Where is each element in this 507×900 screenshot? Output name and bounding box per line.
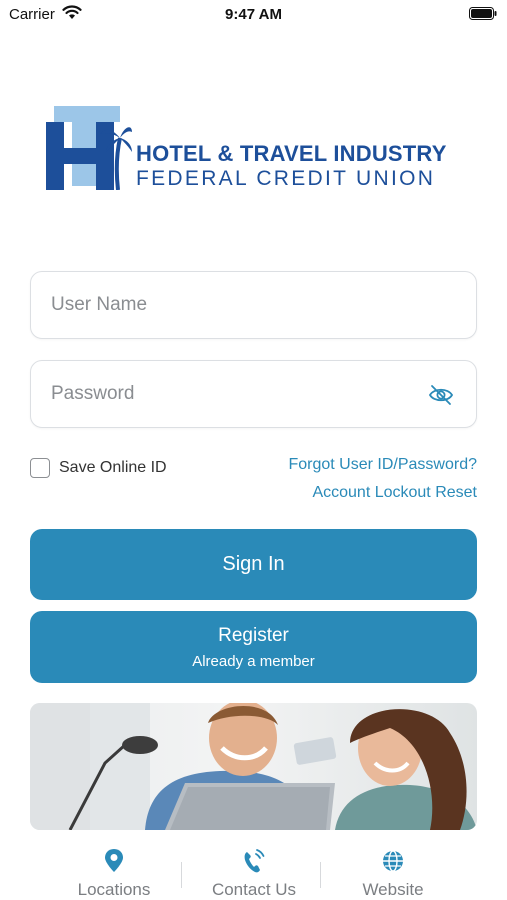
password-field-container <box>30 360 477 428</box>
tab-contact-us[interactable]: Contact Us <box>179 840 329 900</box>
eye-slash-icon[interactable] <box>428 383 454 407</box>
password-input[interactable] <box>51 361 431 427</box>
save-id-label: Save Online ID <box>59 459 167 476</box>
tab-website-label: Website <box>362 880 424 899</box>
brand-logo: HOTEL & TRAVEL INDUSTRY FEDERAL CREDIT U… <box>46 106 466 192</box>
forgot-credentials-link[interactable]: Forgot User ID/Password? <box>288 456 477 474</box>
sign-in-button[interactable]: Sign In <box>30 529 477 600</box>
save-id-checkbox[interactable] <box>30 458 50 478</box>
logo-text-line1: HOTEL & TRAVEL INDUSTRY <box>136 141 447 166</box>
tab-locations-label: Locations <box>77 880 151 899</box>
register-button-label: Register <box>218 625 289 646</box>
location-pin-icon <box>105 849 123 872</box>
logo-text-line2: FEDERAL CREDIT UNION <box>136 167 436 190</box>
register-button[interactable]: Register Already a member <box>30 611 477 683</box>
tab-locations[interactable]: Locations <box>39 840 189 900</box>
save-online-id-row[interactable]: Save Online ID <box>30 457 167 479</box>
globe-icon <box>383 850 403 872</box>
username-field-container <box>30 271 477 339</box>
phone-icon <box>244 849 265 873</box>
clock: 9:47 AM <box>225 6 282 23</box>
username-input[interactable] <box>51 272 431 338</box>
status-bar: Carrier 9:47 AM <box>0 0 507 28</box>
register-button-sublabel: Already a member <box>192 653 315 670</box>
ht-logo-mark <box>46 106 132 190</box>
tab-contact-us-label: Contact Us <box>211 880 297 899</box>
promo-banner-photo <box>30 703 477 830</box>
battery-icon <box>469 7 497 20</box>
account-lockout-reset-link[interactable]: Account Lockout Reset <box>312 484 477 502</box>
tab-website[interactable]: Website <box>318 840 468 900</box>
bottom-tab-bar: Locations Contact Us Website <box>0 840 507 900</box>
